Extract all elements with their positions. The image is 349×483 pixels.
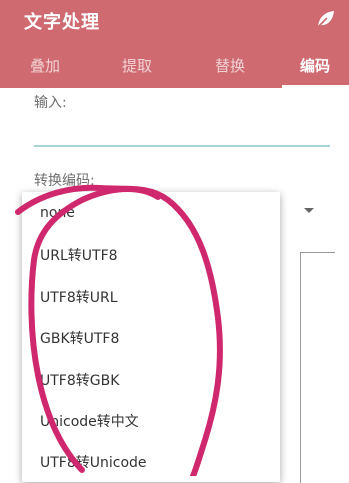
- app-bar: 文字处理 叠加 提取 替换 编码: [0, 0, 349, 88]
- output-box[interactable]: [300, 252, 335, 483]
- tab-extract[interactable]: 提取: [92, 52, 182, 88]
- active-tab-indicator: [282, 85, 349, 88]
- tab-replace[interactable]: 替换: [185, 52, 275, 88]
- option-unicode-to-chinese[interactable]: Unicode转中文: [40, 411, 139, 431]
- app-title: 文字处理: [24, 12, 100, 33]
- encoding-dropdown-menu: none URL转UTF8 UTF8转URL GBK转UTF8 UTF8转GBK…: [22, 192, 280, 482]
- tab-bar: 叠加 提取 替换 编码: [0, 52, 349, 88]
- option-utf8-to-url[interactable]: UTF8转URL: [40, 287, 118, 307]
- option-gbk-to-utf8[interactable]: GBK转UTF8: [40, 328, 119, 348]
- input-label: 输入:: [34, 95, 67, 111]
- tab-encode[interactable]: 编码: [270, 52, 349, 88]
- encoding-label: 转换编码:: [34, 173, 95, 189]
- option-url-to-utf8[interactable]: URL转UTF8: [40, 245, 118, 265]
- dropdown-arrow-icon[interactable]: [304, 208, 314, 213]
- option-utf8-to-gbk[interactable]: UTF8转GBK: [40, 370, 119, 390]
- leaf-icon[interactable]: [313, 7, 337, 31]
- tab-overlay[interactable]: 叠加: [0, 52, 90, 88]
- input-field[interactable]: [34, 145, 330, 147]
- option-none[interactable]: none: [40, 205, 75, 221]
- option-utf8-to-unicode[interactable]: UTF8转Unicode: [40, 452, 147, 472]
